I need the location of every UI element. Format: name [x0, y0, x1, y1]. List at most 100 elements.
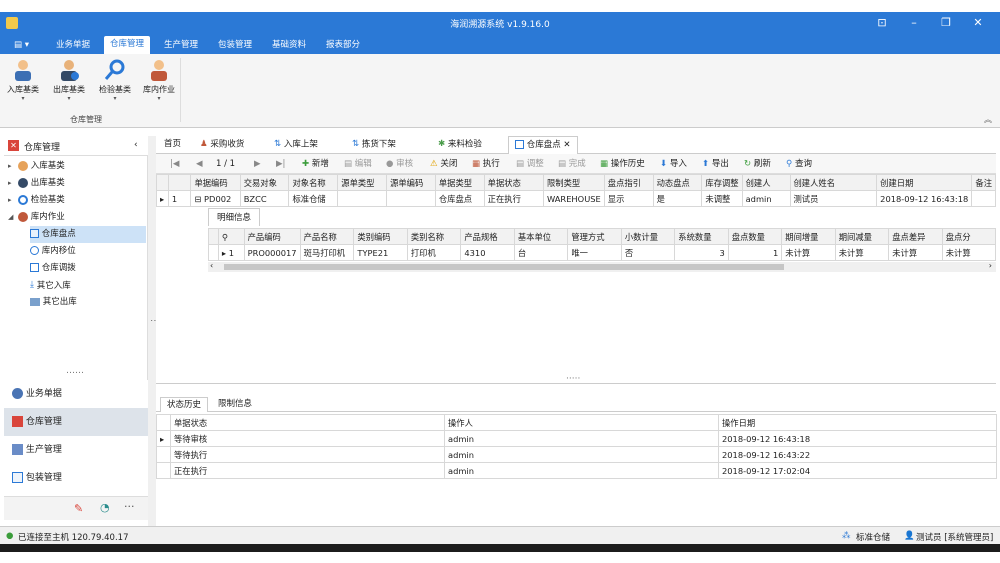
table-cell[interactable]: WAREHOUSE	[543, 190, 605, 207]
collapse-panel-button[interactable]: ‹	[134, 140, 138, 150]
tree-item-other-inbound[interactable]: ⤓ 其它入库	[30, 277, 71, 294]
table-cell[interactable]: admin	[741, 190, 791, 207]
nav-business-docs[interactable]: 业务单据	[4, 380, 148, 408]
column-header[interactable]: 备注	[971, 174, 996, 191]
detail-cell[interactable]: 台	[513, 244, 569, 261]
detail-cell[interactable]: 1	[727, 244, 783, 261]
column-header[interactable]: 限制类型	[543, 174, 605, 191]
next-page-icon[interactable]: ▶	[254, 157, 261, 171]
detail-cell[interactable]: 4310	[460, 244, 515, 261]
first-page-icon[interactable]: |◀	[170, 157, 179, 171]
grid-splitter-grip[interactable]: ·····	[566, 374, 580, 384]
more-icon[interactable]: ···	[124, 500, 135, 513]
detail-cell[interactable]: 未计算	[941, 244, 997, 261]
menu-business-docs[interactable]: 业务单据	[50, 38, 96, 54]
table-cell[interactable]	[971, 190, 996, 207]
history-row[interactable]: 正在执行 admin 2018-09-12 17:02:04	[156, 462, 997, 479]
column-header[interactable]: 源单类型	[337, 174, 388, 191]
detail-cell[interactable]: PRO000017	[243, 244, 301, 261]
history-row[interactable]: 等待执行 admin 2018-09-12 16:43:22	[156, 446, 997, 463]
menu-production[interactable]: 生产管理	[158, 38, 204, 54]
pin-icon[interactable]: ⊡	[870, 15, 894, 31]
nav-production[interactable]: 生产管理	[4, 436, 148, 464]
adjust-button[interactable]: ▤ 调整	[516, 157, 544, 171]
tab-purchase-receipt[interactable]: ♟ 采购收货	[194, 136, 250, 154]
table-cell[interactable]: 2018-09-12 16:43:18	[876, 190, 973, 207]
tree-item-outbound[interactable]: ▸ 出库基类	[8, 175, 65, 192]
edit-button[interactable]: ▤ 编辑	[344, 157, 372, 171]
tree-item-inbound[interactable]: ▸ 入库基类	[8, 158, 65, 175]
table-cell[interactable]	[386, 190, 436, 207]
table-cell[interactable]: 正在执行	[483, 190, 545, 207]
outbound-base-button[interactable]: 出库基类 ▾	[50, 58, 88, 102]
column-header[interactable]: 创建日期	[876, 174, 973, 191]
tree-item-transfer[interactable]: 仓库调拨	[30, 260, 76, 277]
detail-column-header[interactable]: 基本单位	[513, 228, 569, 245]
detail-cell[interactable]: 斑马打印机	[299, 244, 355, 261]
detail-title[interactable]: 明细信息	[208, 208, 261, 226]
tree-item-relocation[interactable]: 库内移位	[30, 243, 76, 260]
prev-page-icon[interactable]: ◀	[196, 157, 203, 171]
refresh-button[interactable]: ↻ 刷新	[744, 157, 771, 171]
column-header[interactable]: 盘点指引	[603, 174, 654, 191]
app-menu-button[interactable]: ▤ ▾	[8, 38, 35, 54]
detail-column-header[interactable]: 盘点差异	[888, 228, 943, 245]
menu-basic-data[interactable]: 基础资料	[266, 38, 312, 54]
history-column-header[interactable]: 操作日期	[718, 414, 997, 431]
eraser-icon[interactable]: ✎	[74, 502, 83, 515]
tree-item-other-outbound[interactable]: 其它出库	[30, 294, 77, 311]
inspection-base-button[interactable]: 检验基类 ▾	[96, 58, 134, 102]
refresh-circle-icon[interactable]: ◔	[100, 501, 110, 514]
column-header[interactable]: 源单编码	[386, 174, 436, 191]
nav-packaging[interactable]: 包装管理	[4, 464, 148, 492]
scroll-right-icon[interactable]: ›	[989, 261, 992, 270]
detail-column-header[interactable]: 类别名称	[406, 228, 462, 245]
detail-cell[interactable]: 打印机	[406, 244, 462, 261]
detail-cell[interactable]: 未计算	[888, 244, 943, 261]
expand-row-icon[interactable]: ⊟	[194, 194, 204, 204]
detail-column-header[interactable]: 盘点分	[941, 228, 997, 245]
in-warehouse-ops-button[interactable]: 库内作业 ▾	[140, 58, 178, 102]
table-row[interactable]: ▸ 1 ⊟ PD002 BZCC 标准仓储 仓库盘点 正在执行 WAREHOUSE 显示是未调整…	[156, 190, 996, 207]
detail-cell[interactable]: 否	[620, 244, 676, 261]
detail-column-header[interactable]: 管理方式	[567, 228, 622, 245]
table-cell[interactable]: 是	[652, 190, 703, 207]
table-cell[interactable]: 未调整	[701, 190, 743, 207]
query-button[interactable]: ⚲ 查询	[786, 157, 812, 171]
tree-item-inspection[interactable]: ▸ 检验基类	[8, 192, 65, 209]
table-cell[interactable]: 显示	[603, 190, 654, 207]
detail-column-header[interactable]: 产品编码	[243, 228, 301, 245]
column-header[interactable]: 创建人	[741, 174, 791, 191]
table-cell[interactable]: 标准仓储	[288, 190, 339, 207]
scroll-left-icon[interactable]: ‹	[210, 261, 213, 270]
tree-item-stocktake[interactable]: 仓库盘点	[30, 226, 146, 243]
detail-cell[interactable]: 唯一	[567, 244, 622, 261]
close-doc-button[interactable]: ⚠ 关闭	[430, 157, 457, 171]
history-button[interactable]: ▦ 操作历史	[600, 157, 645, 171]
collapse-ribbon-icon[interactable]: ︽	[984, 114, 992, 125]
last-page-icon[interactable]: ▶|	[276, 157, 285, 171]
detail-column-header[interactable]: 类别编码	[353, 228, 408, 245]
table-cell[interactable]: 仓库盘点	[434, 190, 485, 207]
execute-button[interactable]: ▦ 执行	[472, 157, 500, 171]
history-row[interactable]: ▸ 等待审核 admin 2018-09-12 16:43:18	[156, 430, 997, 447]
detail-cell[interactable]: 未计算	[834, 244, 890, 261]
table-cell[interactable]: BZCC	[239, 190, 290, 207]
column-header[interactable]: 库存调整	[701, 174, 743, 191]
column-header[interactable]: 创建人姓名	[789, 174, 878, 191]
menu-packaging[interactable]: 包装管理	[212, 38, 258, 54]
tab-home[interactable]: 首页	[158, 136, 187, 154]
add-button[interactable]: ✚ 新增	[302, 157, 329, 171]
nav-warehouse[interactable]: 仓库管理	[4, 408, 148, 436]
detail-cell[interactable]: 3	[674, 244, 729, 261]
column-header[interactable]: 动态盘点	[652, 174, 703, 191]
approve-button[interactable]: ● 审核	[386, 157, 413, 171]
tree-item-in-warehouse[interactable]: ◢ 库内作业	[8, 209, 65, 226]
panel-resize-grip[interactable]: ……	[66, 366, 84, 376]
table-cell[interactable]	[337, 190, 388, 207]
tab-restriction-info[interactable]: 限制信息	[212, 397, 258, 412]
vertical-splitter[interactable]: ⋮	[148, 136, 159, 526]
column-header[interactable]: 单据状态	[483, 174, 545, 191]
menu-warehouse[interactable]: 仓库管理	[104, 36, 151, 54]
tab-picking[interactable]: ⇅ 拣货下架	[346, 136, 402, 154]
